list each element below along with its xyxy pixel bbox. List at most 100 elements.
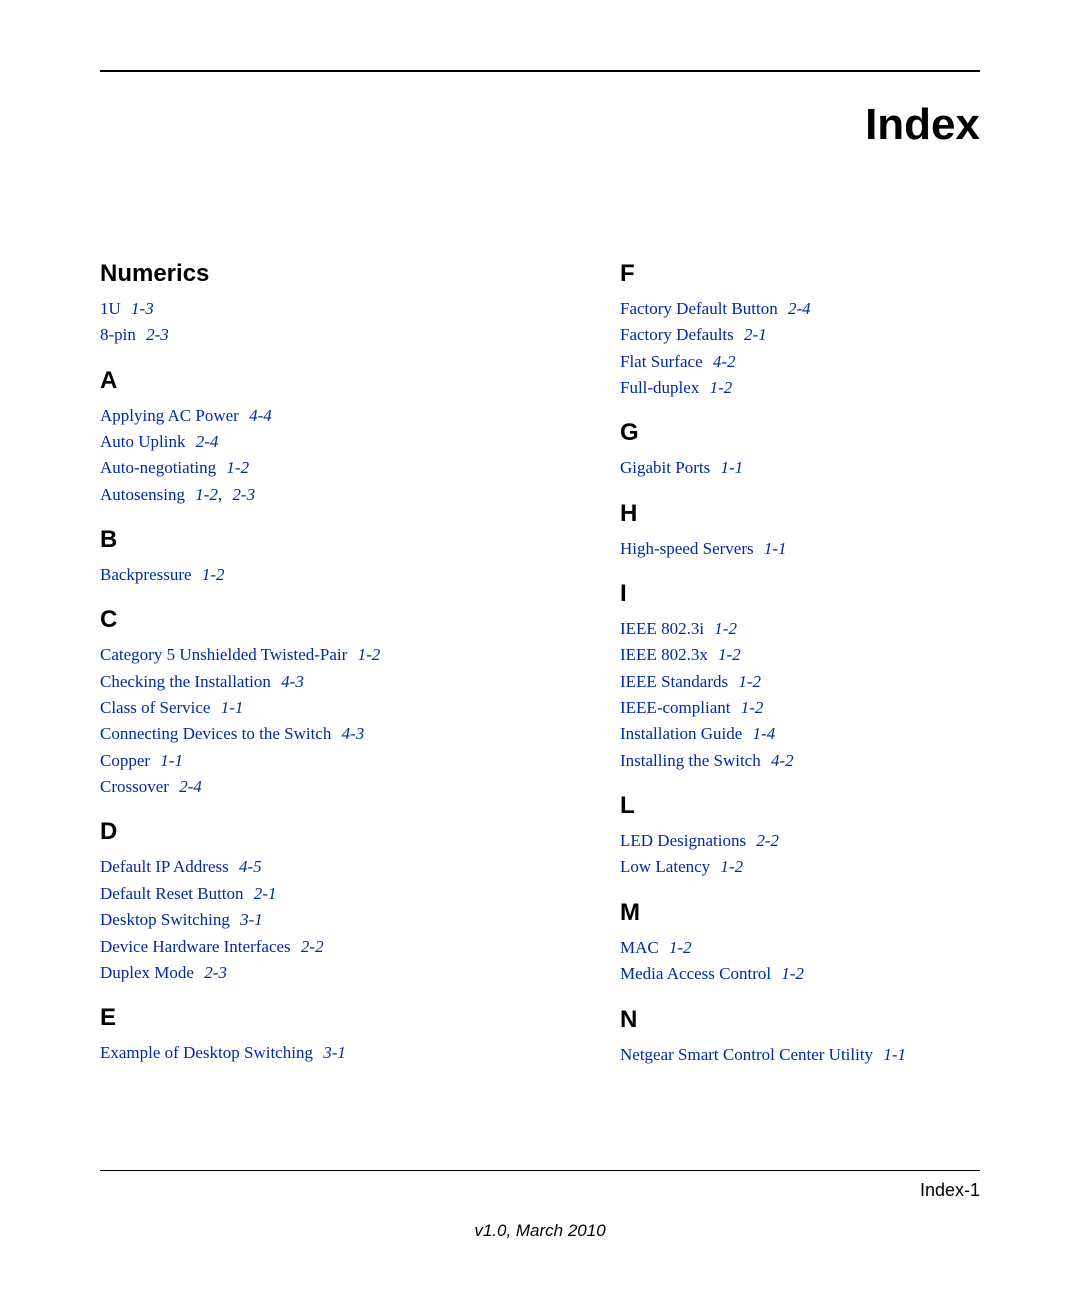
index-entry[interactable]: Connecting Devices to the Switch 4-3	[100, 721, 520, 747]
index-section: FFactory Default Button 2-4Factory Defau…	[620, 260, 1040, 401]
index-entry[interactable]: Media Access Control 1-2	[620, 961, 1040, 987]
index-entry[interactable]: Example of Desktop Switching 3-1	[100, 1040, 520, 1066]
index-entry[interactable]: 1U 1-3	[100, 296, 520, 322]
index-entry[interactable]: Default Reset Button 2-1	[100, 881, 520, 907]
index-entry[interactable]: Class of Service 1-1	[100, 695, 520, 721]
index-term: IEEE 802.3x	[620, 645, 708, 664]
index-page-ref[interactable]: 1-2	[736, 698, 763, 717]
index-entry[interactable]: Default IP Address 4-5	[100, 854, 520, 880]
index-page-ref[interactable]: 1-2	[705, 378, 732, 397]
section-heading: B	[100, 526, 520, 554]
index-page-ref[interactable]: 1-1	[760, 539, 787, 558]
index-term: Installing the Switch	[620, 751, 761, 770]
top-rule	[100, 70, 980, 72]
index-page-ref[interactable]: 2-1	[740, 325, 767, 344]
index-term: Device Hardware Interfaces	[100, 937, 291, 956]
index-page-ref[interactable]: 3-1	[236, 910, 263, 929]
index-page-ref[interactable]: 2-3	[200, 963, 227, 982]
section-heading: Numerics	[100, 260, 520, 288]
index-term: Desktop Switching	[100, 910, 230, 929]
index-entry[interactable]: IEEE 802.3x 1-2	[620, 642, 1040, 668]
index-term: Applying AC Power	[100, 406, 239, 425]
index-section: G Gigabit Ports 1-1	[620, 419, 1040, 481]
index-page-ref[interactable]: 2-2	[752, 831, 779, 850]
index-page-ref[interactable]: 2-1	[250, 884, 277, 903]
index-entry[interactable]: Crossover 2-4	[100, 774, 520, 800]
index-page-ref[interactable]: 1-2	[198, 565, 225, 584]
index-entry[interactable]: Checking the Installation 4-3	[100, 669, 520, 695]
index-entry[interactable]: 8-pin 2-3	[100, 322, 520, 348]
index-page-ref[interactable]: 1-2	[777, 964, 804, 983]
index-page-ref[interactable]: 1-2	[734, 672, 761, 691]
index-section: Numerics 1U 1-38-pin 2-3	[100, 260, 520, 349]
index-entry[interactable]: MAC 1-2	[620, 935, 1040, 961]
index-entry[interactable]: Factory Defaults 2-1	[620, 322, 1040, 348]
index-page-ref[interactable]: 1-1	[879, 1045, 906, 1064]
index-term: Class of Service	[100, 698, 210, 717]
index-entry[interactable]: LED Designations 2-2	[620, 828, 1040, 854]
index-page-ref[interactable]: 1-2	[714, 645, 741, 664]
index-page-ref[interactable]: 4-3	[277, 672, 304, 691]
index-page-ref[interactable]: 1-2	[665, 938, 692, 957]
left-column: Numerics1U 1-38-pin 2-3AApplying AC Powe…	[100, 260, 520, 1086]
index-entry[interactable]: Factory Default Button 2-4	[620, 296, 1040, 322]
index-page-ref[interactable]: 1-2	[710, 619, 737, 638]
index-entry[interactable]: Netgear Smart Control Center Utility 1-1	[620, 1042, 1040, 1068]
index-page-ref[interactable]: 1-1	[156, 751, 183, 770]
index-entry[interactable]: Duplex Mode 2-3	[100, 960, 520, 986]
index-page-ref[interactable]: 2-4	[175, 777, 202, 796]
index-entry[interactable]: Installing the Switch 4-2	[620, 748, 1040, 774]
page-number: Index-1	[920, 1180, 980, 1201]
index-page-ref[interactable]: 4-2	[767, 751, 794, 770]
index-page-ref[interactable]: 2-3	[228, 485, 255, 504]
index-entry[interactable]: Desktop Switching 3-1	[100, 907, 520, 933]
index-term: Flat Surface	[620, 352, 703, 371]
index-page-ref[interactable]: 4-5	[235, 857, 262, 876]
index-entry[interactable]: Auto Uplink 2-4	[100, 429, 520, 455]
index-entry[interactable]: Device Hardware Interfaces 2-2	[100, 934, 520, 960]
index-entry[interactable]: Low Latency 1-2	[620, 854, 1040, 880]
section-heading: M	[620, 899, 1040, 927]
index-page-ref[interactable]: 1-1	[716, 458, 743, 477]
index-page-ref[interactable]: 3-1	[319, 1043, 346, 1062]
footer-version: v1.0, March 2010	[0, 1221, 1080, 1241]
index-page-ref[interactable]: 2-2	[297, 937, 324, 956]
index-section: B Backpressure 1-2	[100, 526, 520, 588]
index-entry[interactable]: Category 5 Unshielded Twisted-Pair 1-2	[100, 642, 520, 668]
index-page-ref[interactable]: 4-2	[709, 352, 736, 371]
section-heading: H	[620, 500, 1040, 528]
index-page-ref[interactable]: 1-2	[716, 857, 743, 876]
index-page-ref[interactable]: 2-4	[191, 432, 218, 451]
index-page-ref[interactable]: 4-3	[337, 724, 364, 743]
index-section: AApplying AC Power 4-4Auto Uplink 2-4Aut…	[100, 367, 520, 508]
index-section: H High-speed Servers 1-1	[620, 500, 1040, 562]
section-heading: G	[620, 419, 1040, 447]
index-entry[interactable]: Installation Guide 1-4	[620, 721, 1040, 747]
index-entry[interactable]: High-speed Servers 1-1	[620, 536, 1040, 562]
index-entry[interactable]: Backpressure 1-2	[100, 562, 520, 588]
index-page-ref[interactable]: 1-1	[216, 698, 243, 717]
index-page-ref[interactable]: 2-4	[784, 299, 811, 318]
index-page-ref[interactable]: 1-2	[353, 645, 380, 664]
index-entry[interactable]: Full-duplex 1-2	[620, 375, 1040, 401]
index-page-ref[interactable]: 1-4	[748, 724, 775, 743]
index-entry[interactable]: Gigabit Ports 1-1	[620, 455, 1040, 481]
section-heading: D	[100, 818, 520, 846]
index-entry[interactable]: Auto-negotiating 1-2	[100, 455, 520, 481]
index-entry[interactable]: IEEE 802.3i 1-2	[620, 616, 1040, 642]
ref-separator: ,	[218, 485, 222, 504]
index-entry[interactable]: IEEE Standards 1-2	[620, 669, 1040, 695]
index-page-ref[interactable]: 2-3	[142, 325, 169, 344]
index-page-ref[interactable]: 1-2	[222, 458, 249, 477]
index-page-ref[interactable]: 1-3	[127, 299, 154, 318]
index-entry[interactable]: IEEE-compliant 1-2	[620, 695, 1040, 721]
index-page-ref[interactable]: 1-2	[191, 485, 218, 504]
section-heading: E	[100, 1004, 520, 1032]
index-entry[interactable]: Autosensing 1-2, 2-3	[100, 482, 520, 508]
index-page-ref[interactable]: 4-4	[245, 406, 272, 425]
index-entry[interactable]: Flat Surface 4-2	[620, 349, 1040, 375]
index-entry[interactable]: Copper 1-1	[100, 748, 520, 774]
index-term: Copper	[100, 751, 150, 770]
index-section: IIEEE 802.3i 1-2IEEE 802.3x 1-2IEEE Stan…	[620, 580, 1040, 774]
index-entry[interactable]: Applying AC Power 4-4	[100, 403, 520, 429]
